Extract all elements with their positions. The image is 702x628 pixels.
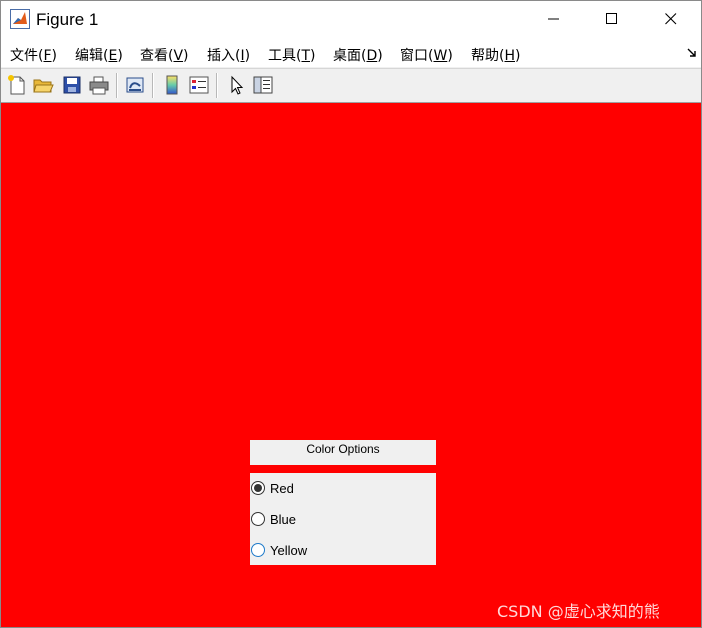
radio-selected-icon[interactable]: [251, 481, 265, 495]
menu-edit[interactable]: 编辑(E): [75, 45, 123, 65]
radio-unselected-icon[interactable]: [251, 543, 265, 557]
save-icon[interactable]: [61, 74, 83, 96]
color-options-button-group: Red Blue Yellow: [250, 473, 436, 565]
minimize-icon: [548, 18, 559, 20]
menu-help[interactable]: 帮助(H): [471, 45, 520, 65]
radio-yellow-label: Yellow: [270, 542, 308, 558]
close-icon: [665, 13, 677, 25]
dock-arrow-icon[interactable]: [687, 48, 697, 58]
maximize-button[interactable]: [583, 1, 641, 37]
window-title: Figure 1: [36, 10, 99, 29]
menu-bar: 文件(F) 编辑(E) 查看(V) 插入(I) 工具(T) 桌面(D) 窗口(W…: [1, 37, 701, 67]
insert-colorbar-icon[interactable]: [161, 74, 183, 96]
toolbar-separator: [152, 73, 154, 98]
toolbar: [1, 68, 701, 103]
title-bar[interactable]: Figure 1: [1, 1, 701, 37]
radio-blue-label: Blue: [270, 511, 297, 527]
figure-window: Figure 1 文件(F) 编辑(E) 查看(V) 插入(I) 工具(T) 桌…: [0, 0, 702, 628]
link-plot-icon[interactable]: [124, 74, 146, 96]
menu-file[interactable]: 文件(F): [10, 45, 57, 65]
edit-plot-pointer-icon[interactable]: [226, 74, 248, 96]
watermark-text: CSDN @虚心求知的熊: [497, 602, 660, 621]
matlab-icon: [10, 9, 30, 29]
minimize-button[interactable]: [525, 1, 583, 37]
menu-tools[interactable]: 工具(T): [268, 45, 316, 65]
open-file-icon[interactable]: [32, 74, 54, 96]
close-button[interactable]: [642, 1, 700, 37]
radio-red-label: Red: [270, 480, 294, 496]
radio-unselected-icon[interactable]: [251, 512, 265, 526]
radio-yellow[interactable]: Yellow: [250, 539, 307, 561]
menu-desktop[interactable]: 桌面(D): [333, 45, 383, 65]
menu-insert[interactable]: 插入(I): [207, 45, 250, 65]
toolbar-separator: [116, 73, 118, 98]
print-icon[interactable]: [88, 74, 110, 96]
radio-red[interactable]: Red: [250, 477, 294, 499]
new-figure-icon[interactable]: [6, 74, 28, 96]
radio-blue[interactable]: Blue: [250, 508, 296, 530]
menu-window[interactable]: 窗口(W): [400, 45, 453, 65]
toolbar-separator: [216, 73, 218, 98]
button-group-title: Color Options: [250, 440, 436, 465]
maximize-icon: [606, 13, 617, 24]
insert-legend-icon[interactable]: [188, 74, 210, 96]
menu-view[interactable]: 查看(V): [140, 45, 189, 65]
property-inspector-icon[interactable]: [252, 74, 274, 96]
